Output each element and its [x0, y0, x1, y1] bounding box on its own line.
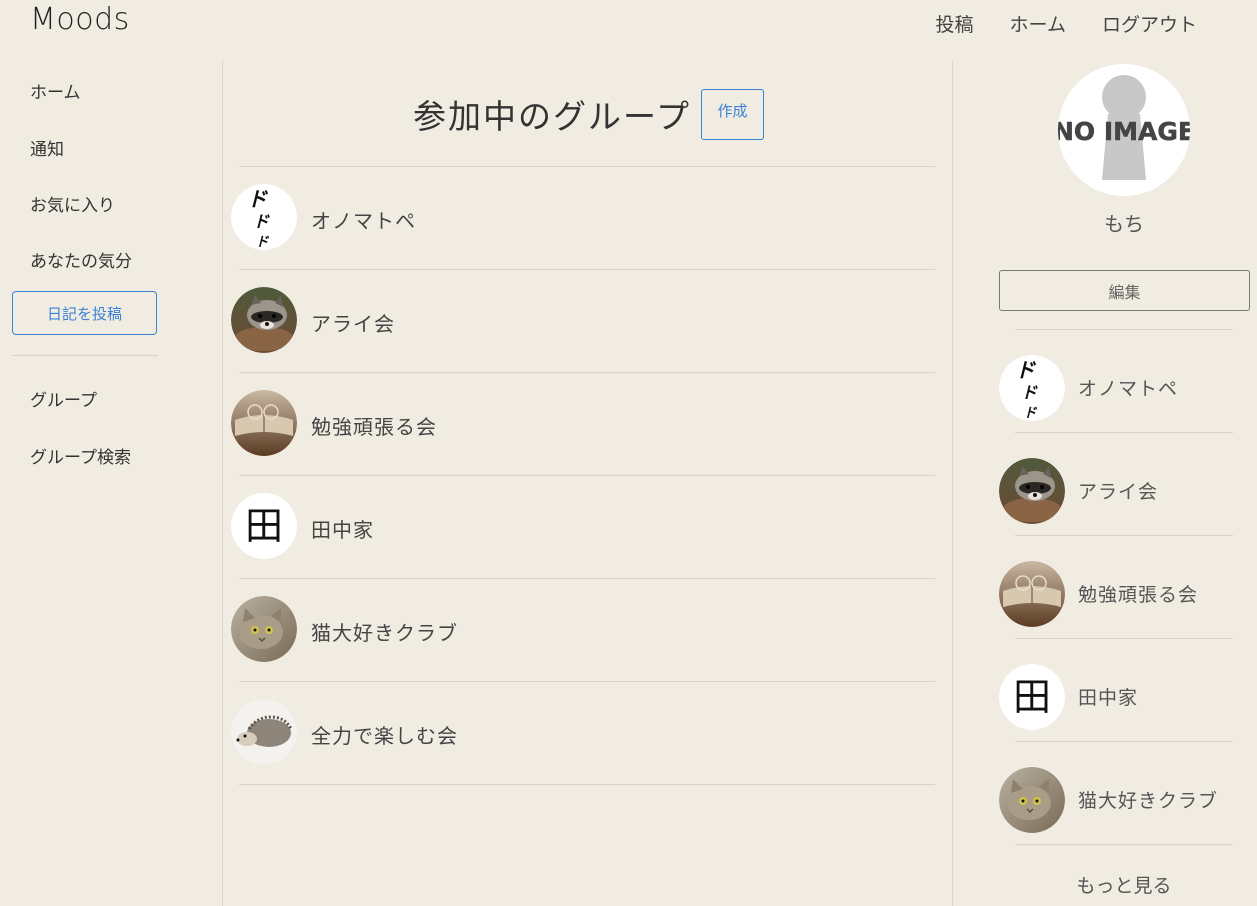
create-group-button[interactable]: 作成: [701, 89, 764, 140]
list-item[interactable]: ド ド ド オノマトペ: [231, 167, 935, 270]
svg-text:ド: ド: [253, 212, 270, 231]
sidebar-item-home[interactable]: ホーム: [30, 78, 81, 103]
list-item[interactable]: 田 田中家: [999, 639, 1233, 742]
svg-text:NO IMAGE: NO IMAGE: [1058, 117, 1190, 146]
sidebar-item-group-search[interactable]: グループ検索: [30, 443, 131, 468]
group-name: オノマトペ: [1078, 378, 1179, 400]
dodo-icon: ド ド ド: [999, 355, 1065, 421]
sidebar-item-groups[interactable]: グループ: [30, 386, 97, 411]
list-item[interactable]: 猫大好きクラブ: [231, 579, 935, 682]
see-more-link[interactable]: もっと見る: [1015, 871, 1233, 898]
list-item[interactable]: アライ会: [231, 270, 935, 373]
profile-group-list: ド ド ド オノマトペ アライ会 勉強頑張る会 田 田中家 猫大好きクラブ: [999, 329, 1233, 845]
raccoon-icon: [999, 458, 1065, 524]
kanji-ta-icon: 田: [231, 493, 297, 559]
group-name: 勉強頑張る会: [311, 415, 437, 439]
main-content: 参加中のグループ 作成 ド ド ド オノマトペ アライ会 勉強頑張る会 田 田中…: [223, 60, 953, 906]
sidebar-item-favorites[interactable]: お気に入り: [30, 191, 115, 216]
group-name: 田中家: [1078, 687, 1139, 709]
list-item[interactable]: 田 田中家: [231, 476, 935, 579]
svg-text:田: 田: [1013, 675, 1051, 719]
group-name: 田中家: [311, 518, 374, 542]
svg-text:ド: ド: [247, 187, 268, 211]
list-item[interactable]: アライ会: [999, 433, 1233, 536]
app-logo[interactable]: Moods: [30, 2, 130, 37]
list-item[interactable]: 勉強頑張る会: [999, 536, 1233, 639]
nav-post-link[interactable]: 投稿: [936, 10, 974, 37]
edit-profile-button[interactable]: 編集: [999, 270, 1250, 311]
post-diary-button[interactable]: 日記を投稿: [12, 291, 157, 335]
list-item[interactable]: ド ド ド オノマトペ: [999, 330, 1233, 433]
group-name: 猫大好きクラブ: [1078, 790, 1219, 812]
group-name: アライ会: [311, 312, 395, 336]
sidebar-item-your-mood[interactable]: あなたの気分: [30, 247, 132, 272]
profile-avatar[interactable]: NO IMAGE: [1058, 64, 1190, 196]
right-sidebar: NO IMAGE もち 編集 ド ド ド オノマトペ アライ会 勉強頑張る会 田…: [953, 60, 1257, 906]
hedgehog-icon: [231, 699, 297, 765]
book-icon: [999, 561, 1065, 627]
svg-text:田: 田: [245, 504, 283, 548]
list-item[interactable]: 全力で楽しむ会: [231, 682, 935, 785]
top-nav: 投稿 ホーム ログアウト: [936, 10, 1197, 37]
page-title: 参加中のグループ: [413, 97, 692, 136]
cat-icon: [999, 767, 1065, 833]
profile-username: もち: [1104, 212, 1144, 236]
cat-icon: [231, 596, 297, 662]
group-name: オノマトペ: [311, 209, 416, 233]
group-list: ド ド ド オノマトペ アライ会 勉強頑張る会 田 田中家 猫大好きクラブ 全力…: [231, 166, 935, 785]
group-name: アライ会: [1078, 481, 1159, 503]
dodo-icon: ド ド ド: [231, 184, 297, 250]
svg-text:ド: ド: [1015, 358, 1036, 382]
svg-text:ド: ド: [1021, 383, 1038, 402]
svg-text:ド: ド: [1023, 406, 1037, 421]
list-item[interactable]: 猫大好きクラブ: [999, 742, 1233, 845]
group-name: 勉強頑張る会: [1078, 584, 1199, 606]
nav-logout-link[interactable]: ログアウト: [1102, 10, 1197, 37]
raccoon-icon: [231, 287, 297, 353]
kanji-ta-icon: 田: [999, 664, 1065, 730]
list-item[interactable]: 勉強頑張る会: [231, 373, 935, 476]
group-name: 猫大好きクラブ: [311, 621, 458, 645]
svg-text:ド: ド: [255, 235, 269, 250]
group-name: 全力で楽しむ会: [311, 724, 458, 748]
left-sidebar: ホーム 通知 お気に入り あなたの気分 日記を投稿 グループ グループ検索: [0, 60, 223, 906]
book-icon: [231, 390, 297, 456]
sidebar-divider: [12, 355, 158, 356]
nav-home-link[interactable]: ホーム: [1010, 10, 1066, 37]
sidebar-item-notifications[interactable]: 通知: [30, 135, 64, 160]
